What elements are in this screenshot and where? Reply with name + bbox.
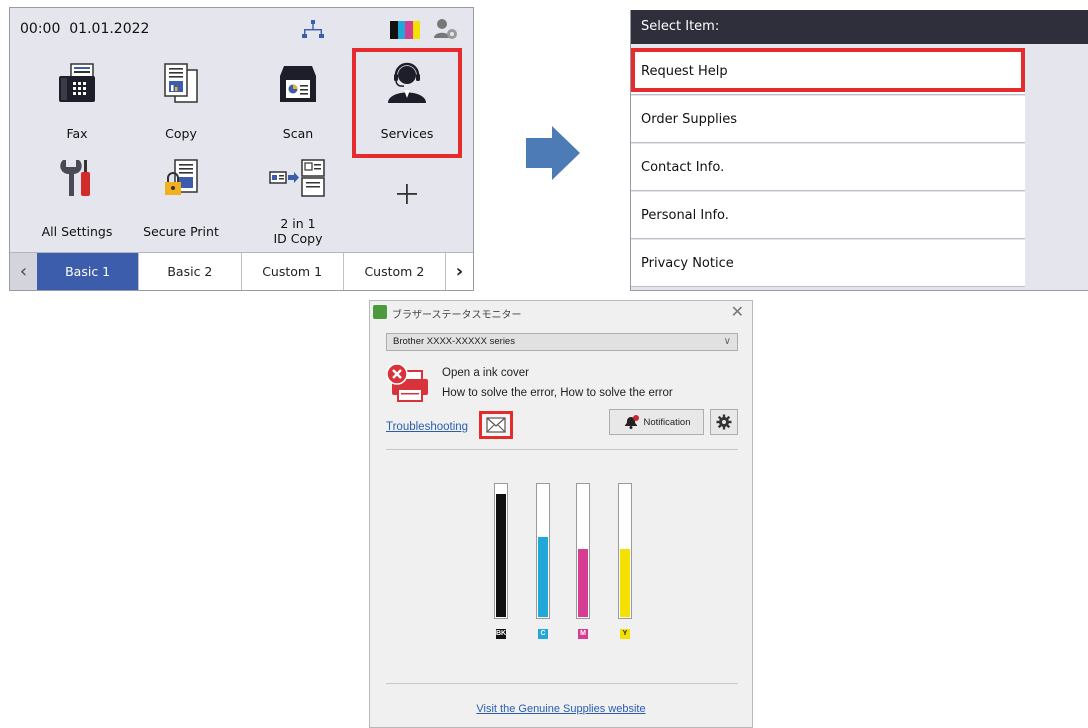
ink-label-y: Y — [620, 629, 630, 639]
tab-custom-1[interactable]: Custom 1 — [240, 253, 343, 290]
clock-time: 00:00 01.01.2022 — [20, 21, 150, 37]
notification-button[interactable]: Notification — [609, 409, 704, 435]
divider — [386, 683, 738, 684]
chevron-down-icon: ∨ — [723, 336, 731, 347]
secure-print-icon — [165, 159, 198, 195]
add-shortcut-tile[interactable] — [357, 154, 457, 260]
divider — [386, 449, 738, 450]
notification-label: Notification — [643, 416, 691, 428]
secure-print-label: Secure Print — [143, 224, 219, 239]
menu-item-privacy-notice[interactable]: Privacy Notice — [631, 240, 1025, 287]
scan-label: Scan — [282, 126, 314, 141]
tab-prev-button[interactable]: ‹ — [10, 253, 37, 290]
device-select-value: Brother XXXX-XXXXX series — [393, 336, 515, 347]
ink-gauge-bk — [494, 483, 508, 619]
id-copy-label: 2 in 1 ID Copy — [273, 216, 323, 246]
menu-item-contact-info[interactable]: Contact Info. — [631, 144, 1025, 191]
ink-gauge-m — [576, 483, 590, 619]
bell-icon — [624, 415, 639, 429]
tab-custom-2[interactable]: Custom 2 — [342, 253, 445, 290]
clock-date: 01.01.2022 — [69, 21, 150, 37]
error-title: Open a ink cover — [442, 367, 529, 379]
ink-gauge-y — [618, 483, 632, 619]
scan-tile[interactable]: Scan — [248, 52, 348, 158]
mail-button[interactable] — [479, 411, 513, 439]
mail-icon — [486, 417, 506, 433]
ink-label-c: C — [538, 629, 548, 639]
device-select[interactable]: Brother XXXX-XXXXX series ∨ — [386, 333, 738, 351]
user-settings-icon[interactable] — [433, 18, 459, 40]
settings-button[interactable] — [710, 409, 738, 435]
chevron-left-icon: ‹ — [19, 261, 28, 282]
troubleshooting-link[interactable]: Troubleshooting — [386, 421, 468, 433]
genuine-supplies-link[interactable]: Visit the Genuine Supplies website — [370, 703, 752, 715]
select-item-header: Select Item: — [631, 10, 1088, 44]
request-help-highlight-box — [631, 48, 1025, 92]
fax-label: Fax — [66, 126, 88, 141]
window-titlebar: ブラザーステータスモニター ✕ — [370, 301, 752, 325]
window-title: ブラザーステータスモニター — [392, 310, 522, 321]
status-monitor-window: ブラザーステータスモニター ✕ Brother XXXX-XXXXX serie… — [369, 300, 753, 728]
ink-level-fill-m — [578, 549, 588, 617]
all-settings-label: All Settings — [41, 224, 113, 239]
ink-level-icon[interactable] — [390, 21, 420, 39]
gear-icon — [716, 414, 732, 430]
error-detail: How to solve the error, How to solve the… — [442, 387, 673, 399]
ink-level-fill-y — [620, 549, 630, 617]
status-bar: 00:00 01.01.2022 — [10, 8, 473, 52]
select-item-screen: Select Item: Request Help Order Supplies… — [630, 10, 1088, 291]
ink-level-fill-c — [538, 537, 548, 617]
printer-home-screen: 00:00 01.01.2022 Fax Copy Scan Services … — [9, 7, 474, 291]
next-step-arrow-icon — [526, 126, 580, 180]
tab-basic-1[interactable]: Basic 1 — [37, 253, 139, 290]
secure-print-tile[interactable]: Secure Print — [131, 154, 231, 260]
tab-next-button[interactable]: › — [445, 253, 473, 290]
id-copy-tile[interactable]: 2 in 1 ID Copy — [248, 154, 348, 260]
network-icon[interactable] — [302, 20, 324, 40]
id-copy-icon — [269, 159, 325, 197]
printer-error-icon — [386, 363, 428, 402]
services-highlight-box — [352, 48, 462, 158]
ink-level-fill-bk — [496, 494, 506, 617]
settings-tools-icon — [60, 160, 90, 196]
copy-tile[interactable]: Copy — [131, 52, 231, 158]
tab-bar: ‹ Basic 1 Basic 2 Custom 1 Custom 2 › — [10, 252, 473, 290]
tab-basic-2[interactable]: Basic 2 — [138, 253, 240, 290]
copy-label: Copy — [165, 126, 197, 141]
ink-label-m: M — [578, 629, 588, 639]
ink-label-bk: BK — [496, 629, 507, 639]
app-icon — [373, 305, 387, 319]
copy-icon — [164, 63, 198, 103]
all-settings-tile[interactable]: All Settings — [27, 154, 127, 260]
ink-gauge-c — [536, 483, 550, 619]
menu-item-personal-info[interactable]: Personal Info. — [631, 192, 1025, 239]
menu-item-order-supplies[interactable]: Order Supplies — [631, 96, 1025, 143]
scan-icon — [280, 66, 316, 102]
close-button[interactable]: ✕ — [731, 302, 744, 322]
fax-icon — [59, 63, 95, 102]
plus-icon — [397, 184, 417, 204]
chevron-right-icon: › — [455, 261, 464, 282]
fax-tile[interactable]: Fax — [27, 52, 127, 158]
